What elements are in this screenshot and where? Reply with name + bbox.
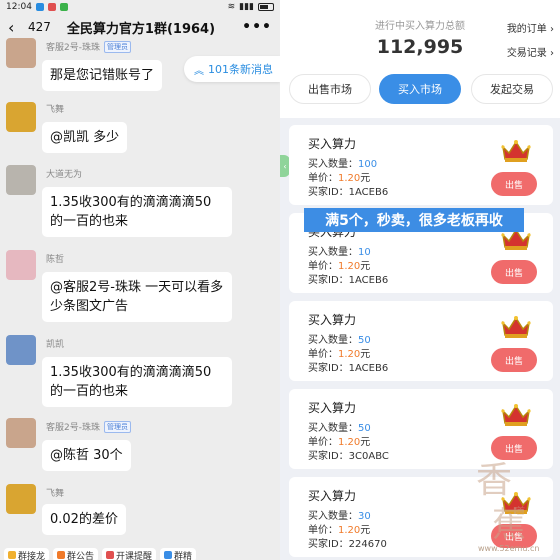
- crown-icon: [501, 140, 531, 162]
- buyer-id: 1ACEB6: [348, 363, 389, 374]
- buyer-id: 224670: [348, 539, 387, 550]
- sell-button[interactable]: 出售: [491, 348, 537, 372]
- app-notification-icon: [47, 3, 56, 11]
- message-bubble[interactable]: 那是您记错账号了: [42, 60, 163, 91]
- sender-name: 飞舞: [46, 489, 65, 499]
- sender-name: 飞舞: [46, 105, 65, 115]
- sender-name: 大道无为: [46, 170, 83, 180]
- order-card: 买入算力买入数量：100 单价：1.20元买家ID：1ACEB6 出售: [289, 125, 553, 205]
- buyer-row: 买家ID：1ACEB6: [308, 363, 389, 374]
- buyer-row: 买家ID：3C0ABC: [308, 451, 389, 462]
- essence-icon: [164, 551, 173, 559]
- message-bubble[interactable]: @凯凯 多少: [42, 122, 128, 153]
- svg-text:首: 首: [516, 505, 525, 517]
- avatar[interactable]: [6, 165, 36, 195]
- tab-buy-market[interactable]: 买入市场: [379, 74, 461, 104]
- sender-name: 客服2号-珠珠: [46, 423, 100, 433]
- crown-icon: [501, 404, 531, 426]
- qty-row: 买入数量：30: [308, 511, 371, 522]
- trade-records-link[interactable]: 交易记录 ›: [507, 44, 554, 59]
- chevron-left-icon[interactable]: ‹: [8, 18, 22, 37]
- buyer-id: 1ACEB6: [348, 187, 389, 198]
- price-row: 单价：1.20元: [308, 525, 371, 536]
- qty-row: 买入数量：10: [308, 247, 371, 258]
- sender-name: 客服2号-珠珠: [46, 43, 100, 53]
- unread-count: 427: [28, 20, 51, 34]
- group-title: 全民算力官方1群(1964): [66, 21, 216, 37]
- avatar[interactable]: [6, 484, 36, 514]
- double-chevron-up-icon: ︽: [194, 65, 204, 77]
- message-bubble[interactable]: 1.35收300有的滴滴滴滴50的一百的也来: [42, 357, 232, 407]
- sender-name: 陈哲: [46, 255, 65, 265]
- qty-row: 买入数量：50: [308, 335, 371, 346]
- crown-icon: [501, 316, 531, 338]
- qty-row: 买入数量：100: [308, 159, 378, 170]
- avatar[interactable]: [6, 418, 36, 448]
- watermark-seal: 香 蕉 首: [476, 460, 526, 545]
- signal-icon: ▮▮▮: [239, 2, 254, 12]
- market-header: 进行中买入算力总额 112,995 我的订单 › 交易记录 › 出售市场 买入市…: [280, 0, 560, 118]
- message-bubble[interactable]: @客服2号-珠珠 一天可以看多少条图文广告: [42, 272, 232, 322]
- shortcut-chip[interactable]: 群接龙: [4, 548, 50, 560]
- order-card: 买入算力买入数量：50 单价：1.20元买家ID：1ACEB6 出售: [289, 301, 553, 381]
- admin-badge: 管理员: [103, 40, 131, 53]
- shortcut-chip[interactable]: 开课提醒: [102, 548, 157, 560]
- buyer-row: 买家ID：1ACEB6: [308, 187, 389, 198]
- new-messages-pill[interactable]: ︽ 101条新消息: [184, 56, 280, 82]
- price-row: 单价：1.20元: [308, 261, 371, 272]
- buyer-id: 3C0ABC: [348, 451, 389, 462]
- shortcut-chip[interactable]: 群精: [160, 548, 197, 560]
- wifi-icon: ≋: [227, 2, 236, 12]
- tab-sell-market[interactable]: 出售市场: [289, 74, 371, 104]
- chat-header: ‹ 427 全民算力官方1群(1964) •••: [0, 14, 280, 40]
- buyer-row: 买家ID：1ACEB6: [308, 275, 389, 286]
- battery-icon: [258, 3, 274, 11]
- announcement-icon: [57, 551, 66, 559]
- sell-button[interactable]: 出售: [491, 260, 537, 284]
- avatar[interactable]: [6, 38, 36, 68]
- avatar[interactable]: [6, 250, 36, 280]
- message-bubble[interactable]: @陈哲 30个: [42, 440, 131, 471]
- watermark-url: www.52emu.cn: [478, 544, 540, 553]
- tab-start-trade[interactable]: 发起交易: [471, 74, 553, 104]
- overlay-caption: 满5个，秒卖，很多老板再收: [304, 208, 524, 232]
- card-title: 买入算力: [308, 401, 357, 415]
- svg-text:香: 香: [476, 460, 512, 501]
- new-messages-label: 101条新消息: [208, 63, 273, 76]
- app-notification-icon: [35, 3, 44, 11]
- admin-badge: 管理员: [103, 420, 131, 433]
- more-dots-icon[interactable]: •••: [242, 19, 272, 35]
- message-bubble[interactable]: 1.35收300有的滴滴滴滴50的一百的也来: [42, 187, 232, 237]
- chat-shortcut-bar: 群接龙 群公告 开课提醒 群精: [0, 548, 280, 560]
- chat-panel: 12:04 ≋ ▮▮▮ ‹ 427 全民算力官方1群(1964) ••• 客服2…: [0, 0, 280, 560]
- sell-button[interactable]: 出售: [491, 172, 537, 196]
- buyer-id: 1ACEB6: [348, 275, 389, 286]
- avatar[interactable]: [6, 335, 36, 365]
- app-notification-icon: [59, 3, 68, 11]
- message-bubble[interactable]: 0.02的差价: [42, 504, 126, 535]
- price-row: 单价：1.20元: [308, 437, 371, 448]
- qty-row: 买入数量：50: [308, 423, 371, 434]
- buyer-row: 买家ID：224670: [308, 539, 387, 550]
- my-orders-link[interactable]: 我的订单 ›: [507, 20, 554, 35]
- status-bar: 12:04 ≋ ▮▮▮: [0, 0, 280, 14]
- shortcut-chip[interactable]: 群公告: [53, 548, 99, 560]
- price-row: 单价：1.20元: [308, 349, 371, 360]
- solitaire-icon: [8, 551, 16, 559]
- card-title: 买入算力: [308, 489, 357, 503]
- status-time: 12:04: [6, 2, 32, 12]
- card-title: 买入算力: [308, 137, 357, 151]
- sender-name: 凯凯: [46, 340, 65, 350]
- price-row: 单价：1.20元: [308, 173, 371, 184]
- class-reminder-icon: [106, 551, 115, 559]
- avatar[interactable]: [6, 102, 36, 132]
- card-title: 买入算力: [308, 313, 357, 327]
